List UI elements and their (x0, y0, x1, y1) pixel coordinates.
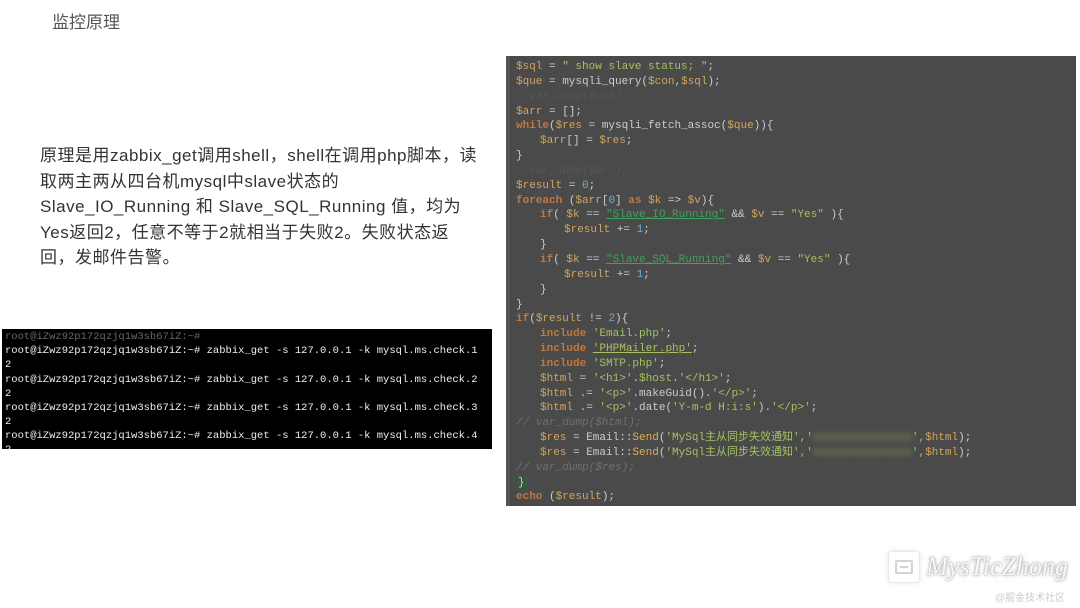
terminal-line: root@iZwz92p172qzjq1w3sb67iZ:~# zabbix_g… (5, 402, 478, 414)
terminal-line: 2 (5, 416, 11, 428)
terminal-line: root@iZwz92p172qzjq1w3sb67iZ:~# zabbix_g… (5, 374, 478, 386)
terminal-line: 2 (5, 444, 11, 449)
php-code-block: $sql = " show slave status; "; $que = my… (506, 56, 1076, 506)
page-title: 监控原理 (52, 8, 120, 33)
principle-description: 原理是用zabbix_get调用shell，shell在调用php脚本，读取两主… (40, 143, 480, 271)
source-watermark: @掘金技术社区 (995, 589, 1065, 604)
cursor-line: } (516, 476, 527, 491)
terminal-line: 2 (5, 359, 11, 371)
terminal-output: root@iZwz92p172qzjq1w3sb67iZ:~# root@iZw… (2, 329, 492, 449)
terminal-line: root@iZwz92p172qzjq1w3sb67iZ:~# zabbix_g… (5, 430, 478, 442)
terminal-line: root@iZwz92p172qzjq1w3sb67iZ:~# (5, 331, 200, 343)
terminal-line: root@iZwz92p172qzjq1w3sb67iZ:~# zabbix_g… (5, 345, 478, 357)
wechat-icon (888, 551, 920, 583)
redacted-email: xxxxxxxxxxxxxxx (813, 432, 912, 444)
terminal-line: 2 (5, 388, 11, 400)
redacted-email: xxxxxxxxxxxxxxx (813, 447, 912, 459)
author-watermark: MysTicZhong (888, 551, 1068, 583)
